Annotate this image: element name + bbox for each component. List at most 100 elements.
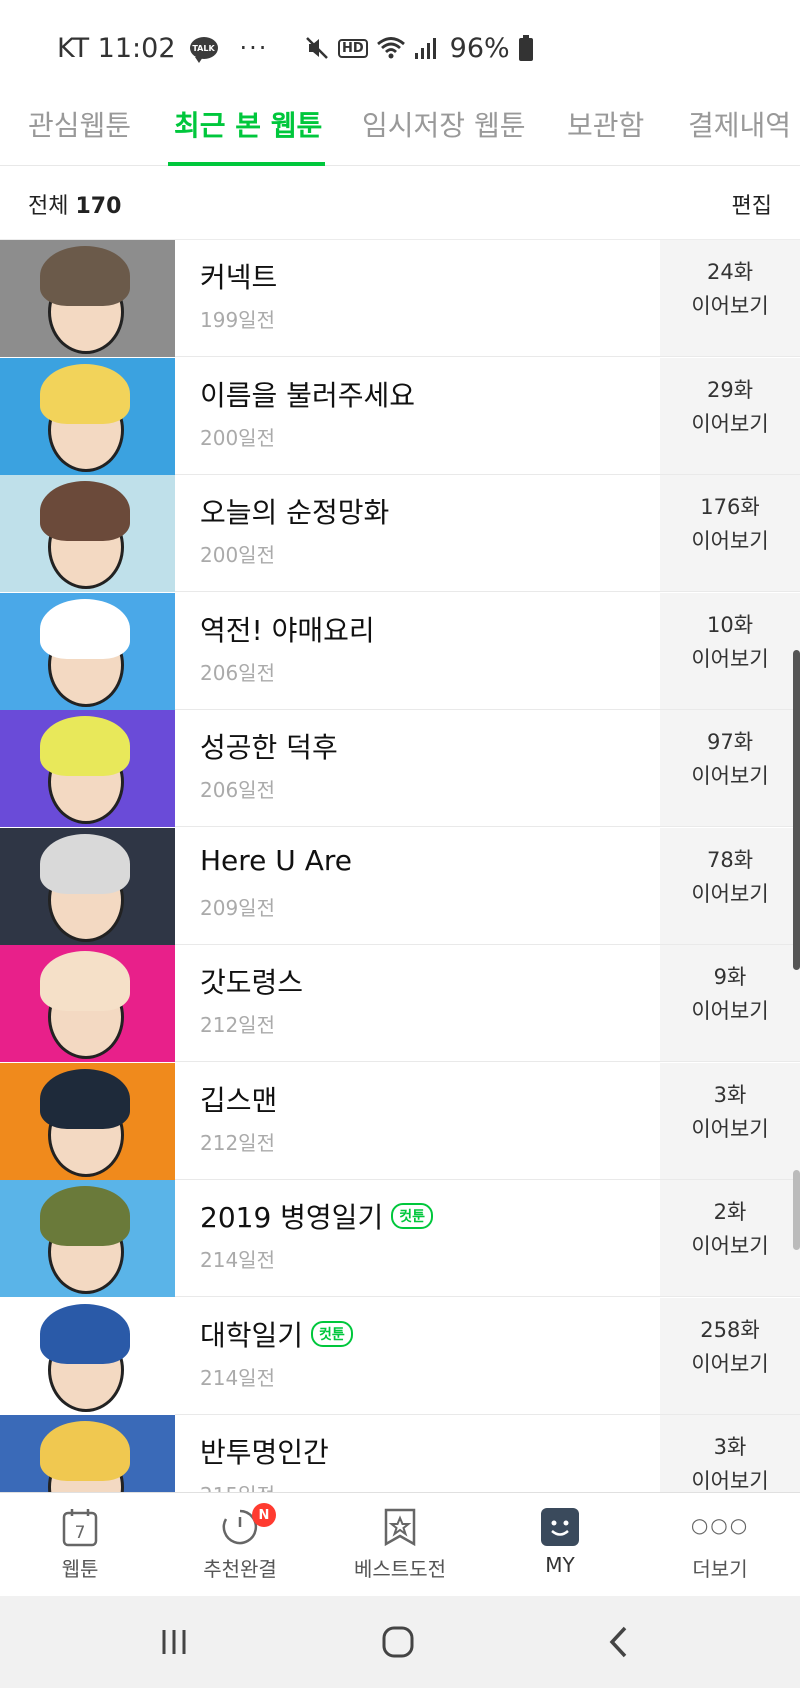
thumbnail-hair-shape (40, 363, 130, 424)
star-bookmark-icon (384, 1508, 416, 1547)
thumbnail-hair-shape (40, 1068, 130, 1129)
continue-label: 이어보기 (691, 294, 769, 318)
webtoon-title-text: 오늘의 순정망화 (200, 496, 390, 529)
scrollbar-thumb[interactable] (793, 650, 800, 970)
webtoon-thumbnail[interactable] (0, 592, 175, 710)
webtoon-title[interactable]: 대학일기 컷툰 (200, 1314, 353, 1354)
webtoon-thumbnail[interactable] (0, 475, 175, 592)
thumbnail-hair-shape (40, 1303, 130, 1364)
nav-my[interactable]: MY (480, 1493, 640, 1597)
total-count-value: 170 (75, 194, 122, 219)
webtoon-thumbnail[interactable] (0, 945, 175, 1062)
webtoon-thumbnail[interactable] (0, 357, 175, 475)
calendar-icon: 7 (62, 1509, 98, 1547)
continue-reading-button[interactable]: 3화 이어보기 (660, 1415, 800, 1492)
tab-recent-webtoons[interactable]: 최근 본 웹툰 (174, 96, 322, 166)
webtoon-title[interactable]: 깁스맨 (200, 1079, 277, 1119)
last-viewed-date: 206일전 (200, 660, 275, 685)
last-viewed-date: 212일전 (200, 1013, 275, 1037)
recent-webtoon-list: 커넥트 199일전 24화 이어보기 이름을 불러주세요 200일전 29화 이어보기 오늘의 … (0, 240, 800, 1492)
webtoon-thumbnail[interactable] (0, 1062, 175, 1180)
episode-number: 24화 (706, 260, 754, 284)
webtoon-list-item[interactable]: 오늘의 순정망화 200일전 176화 이어보기 (0, 475, 800, 592)
webtoon-list-item[interactable]: 역전! 야매요리 206일전 10화이어보기 (0, 592, 800, 710)
battery-percent: 96% (449, 32, 510, 64)
kakaotalk-notification-icon: TALK (189, 37, 218, 63)
thumbnail-hair-shape (40, 1186, 130, 1246)
nav-webtoon[interactable]: 7 웹툰 (0, 1493, 160, 1597)
episode-number: 10화 (706, 612, 754, 637)
webtoon-title[interactable]: 역전! 야매요리 (200, 609, 375, 649)
webtoon-title-text: 커넥트 (200, 261, 278, 294)
webtoon-thumbnail[interactable] (0, 1297, 175, 1415)
last-viewed-date: 206일전 (200, 778, 275, 802)
continue-reading-button[interactable]: 24화이어보기 (660, 240, 800, 356)
thumbnail-hair-shape (40, 1421, 130, 1481)
system-navigation-bar (0, 1596, 800, 1688)
continue-label: 이어보기 (691, 1351, 769, 1376)
top-tab-bar: 관심웹툰 최근 본 웹툰 임시저장 웹툰 보관함 결제내역 (0, 96, 800, 166)
last-viewed-date: 212일전 (200, 1130, 275, 1155)
continue-label: 이어보기 (691, 646, 769, 671)
webtoon-thumbnail[interactable] (0, 1415, 175, 1492)
webtoon-thumbnail[interactable] (0, 240, 175, 357)
webtoon-title[interactable]: 오늘의 순정망화 (200, 491, 389, 531)
episode-number: 9화 (713, 965, 747, 989)
tab-temp-saved[interactable]: 임시저장 웹툰 (362, 96, 525, 166)
episode-number: 176화 (700, 495, 760, 519)
new-badge: N (252, 1503, 276, 1527)
continue-reading-button[interactable]: 2화 이어보기 (660, 1180, 800, 1296)
tab-label: 최근 본 웹툰 (174, 109, 323, 142)
nav-best-challenge[interactable]: 베스트도전 (320, 1493, 480, 1597)
scrollbar-fast-scroll[interactable] (793, 1170, 800, 1250)
status-bar: KT 11:02 TALK ··· HD 96% (0, 0, 800, 96)
tab-label: 결제내역 (688, 109, 792, 142)
episode-number: 3화 (713, 1435, 747, 1459)
webtoon-title[interactable]: 2019 병영일기 컷툰 (200, 1196, 433, 1236)
last-viewed-date: 200일전 (200, 543, 275, 567)
continue-reading-button[interactable]: 176화 이어보기 (660, 475, 800, 591)
episode-number: 2화 (713, 1200, 747, 1224)
episode-number: 3화 (713, 1082, 747, 1107)
cut-toon-badge: 컷툰 (311, 1320, 353, 1347)
webtoon-title[interactable]: Here U Are (200, 844, 352, 877)
webtoon-list-item[interactable]: Here U Are 209일전 78화 이어보기 (0, 827, 800, 945)
continue-reading-button[interactable]: 9화 이어보기 (660, 945, 800, 1061)
webtoon-list-item[interactable]: 대학일기 컷툰 214일전 258화 이어보기 (0, 1297, 800, 1415)
continue-label: 이어보기 (691, 881, 769, 906)
nav-more[interactable]: ○○○ 더보기 (640, 1493, 800, 1597)
tab-payment-history[interactable]: 결제내역 (688, 96, 791, 166)
webtoon-title[interactable]: 갓도령스 (200, 961, 303, 1001)
home-icon[interactable] (378, 1622, 418, 1662)
edit-button[interactable]: 편집 (732, 188, 772, 220)
webtoon-list-item[interactable]: 이름을 불러주세요 200일전 29화 이어보기 (0, 357, 800, 475)
recent-apps-icon[interactable] (154, 1622, 194, 1662)
webtoon-thumbnail[interactable] (0, 827, 175, 945)
webtoon-thumbnail[interactable] (0, 710, 175, 827)
tab-favorite-webtoons[interactable]: 관심웹툰 (28, 96, 131, 166)
continue-reading-button[interactable]: 258화 이어보기 (660, 1297, 800, 1414)
webtoon-list-item[interactable]: 2019 병영일기 컷툰 214일전 2화 이어보기 (0, 1180, 800, 1297)
webtoon-list-item[interactable]: 반투명인간 215일전 3화이어보기 (0, 1415, 800, 1492)
nav-recommended-completed[interactable]: N 추천완결 (160, 1493, 320, 1597)
tab-storage[interactable]: 보관함 (567, 96, 644, 166)
webtoon-list-item[interactable]: 커넥트 199일전 24화 이어보기 (0, 240, 800, 357)
webtoon-title[interactable]: 커넥트 (200, 256, 277, 296)
continue-reading-button[interactable]: 10화이어보기 (660, 592, 800, 709)
webtoon-thumbnail[interactable] (0, 1180, 175, 1297)
back-icon[interactable] (600, 1622, 640, 1662)
thumbnail-hair-shape (40, 481, 130, 541)
webtoon-title[interactable]: 반투명인간 (200, 1431, 329, 1471)
webtoon-title[interactable]: 성공한 덕후 (200, 726, 338, 766)
continue-reading-button[interactable]: 97화 이어보기 (660, 710, 800, 826)
last-viewed-date: 215일전 (200, 1479, 275, 1492)
last-viewed-date: 209일전 (200, 895, 275, 920)
webtoon-title[interactable]: 이름을 불러주세요 (200, 374, 415, 414)
webtoon-list-item[interactable]: 깁스맨 212일전 3화 이어보기 (0, 1062, 800, 1180)
continue-reading-button[interactable]: 3화 이어보기 (660, 1062, 800, 1179)
webtoon-list-item[interactable]: 갓도령스 212일전 9화 이어보기 (0, 945, 800, 1062)
carrier-time: KT 11:02 (57, 32, 176, 64)
continue-reading-button[interactable]: 29화 이어보기 (660, 357, 800, 474)
continue-reading-button[interactable]: 78화 이어보기 (660, 827, 800, 944)
webtoon-list-item[interactable]: 성공한 덕후 206일전 97화 이어보기 (0, 710, 800, 827)
